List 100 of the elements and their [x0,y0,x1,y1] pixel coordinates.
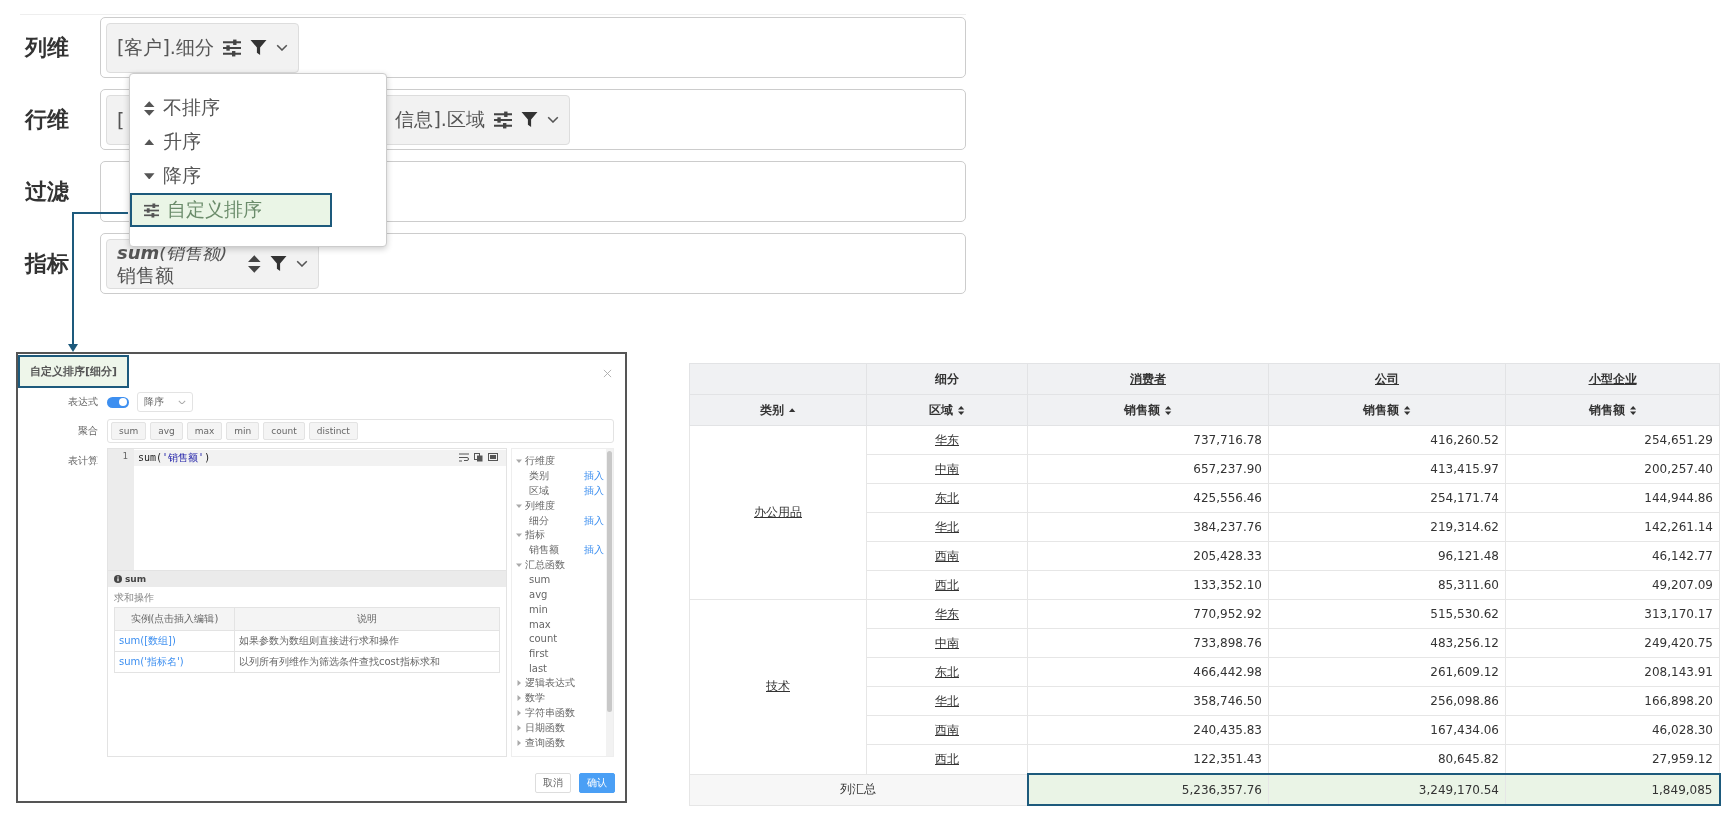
category-cell[interactable]: 技术 [689,599,867,774]
header-cell[interactable]: 类别 [689,394,867,426]
form-label: 表计算 [67,454,98,468]
region-cell[interactable]: 西南 [866,541,1028,571]
region-cell[interactable]: 西北 [866,570,1028,600]
table-cell: 166,898.20 [1505,686,1720,716]
tree-item[interactable]: count [529,633,604,645]
help-title: sum [125,574,147,584]
copy-icon[interactable] [474,453,483,462]
sliders-icon [222,38,241,57]
insert-link[interactable]: 插入 [584,513,604,528]
table-cell: 515,530.62 [1268,599,1506,629]
fullscreen-icon[interactable] [488,453,498,461]
menu-item[interactable]: 不排序 [130,91,332,125]
example-link[interactable]: sum('指标名') [114,651,235,673]
aggregate-button[interactable]: min [226,422,260,440]
table-cell: 425,556.46 [1027,483,1269,513]
tree-group[interactable]: 列维度 [516,498,604,514]
filter-icon[interactable] [249,39,267,56]
segment-label[interactable]: 小型企业 [1588,371,1637,386]
region-cell[interactable]: 东北 [866,657,1028,687]
scrollbar[interactable] [606,449,613,756]
table-cell: 249,420.75 [1505,628,1720,658]
wrap-icon[interactable] [459,453,469,462]
chip-label: 销售额 [117,263,175,286]
table-cell: 466,442.98 [1027,657,1269,687]
toggle-switch[interactable] [107,396,129,408]
chip-label: 信息].区域 [395,106,485,132]
sort-down-icon [144,172,155,180]
menu-item[interactable]: 降序 [130,159,332,193]
table-cell: 200,257.40 [1505,454,1720,484]
chevron-down-icon[interactable] [546,115,559,124]
info-icon [114,575,122,583]
table-cell: 240,435.83 [1027,715,1269,745]
aggregate-button[interactable]: avg [150,422,183,440]
segment-label[interactable]: 消费者 [1130,371,1166,386]
region-cell[interactable]: 西北 [866,744,1028,774]
tree-group[interactable]: 日期函数 [516,720,604,736]
region-cell[interactable]: 华东 [866,425,1028,455]
insert-link[interactable]: 插入 [584,469,604,484]
aggregate-button[interactable]: max [186,422,223,440]
table-cell: 85,311.60 [1268,570,1506,600]
table-cell: 413,415.97 [1268,454,1506,484]
tree-group[interactable]: 逻辑表达式 [516,675,604,691]
tree-item[interactable]: avg [529,589,604,601]
insert-link[interactable]: 插入 [584,543,604,558]
insert-link[interactable]: 插入 [584,484,604,498]
segment-label[interactable]: 公司 [1375,371,1399,386]
tree-group[interactable]: 行维度 [516,454,604,469]
tree-item[interactable]: max [529,618,604,630]
table-cell: 261,609.12 [1268,657,1506,687]
region-cell[interactable]: 中南 [866,454,1028,484]
filter-icon[interactable] [269,255,287,272]
tree-group[interactable]: 查询函数 [516,735,604,750]
header-cell: 细分 [866,363,1028,395]
total-cell: 3,249,170.54 [1268,774,1506,805]
chevron-down-icon[interactable] [295,259,308,268]
aggregate-button[interactable]: sum [111,422,147,440]
table-cell: 219,314.62 [1268,512,1506,542]
tree-item[interactable]: 类别 [529,469,581,484]
header-cell[interactable]: 销售额 [1505,394,1720,426]
filter-icon[interactable] [520,111,538,128]
table-cell: 142,261.14 [1505,512,1720,542]
region-cell[interactable]: 华北 [866,686,1028,716]
total-cell: 5,236,357.76 [1027,774,1269,805]
tree-item[interactable]: 销售额 [529,543,581,558]
select-field[interactable]: 降序 [137,392,193,412]
tree-item[interactable]: first [529,648,604,660]
region-cell[interactable]: 西南 [866,715,1028,745]
cancel-button[interactable]: 取消 [535,773,571,793]
category-cell[interactable]: 办公用品 [689,425,867,600]
tree-group[interactable]: 指标 [516,528,604,543]
table-cell: 144,944.86 [1505,483,1720,513]
header-label: 销售额 [1124,401,1161,419]
sliders-icon [144,202,159,218]
region-cell[interactable]: 华东 [866,599,1028,629]
tree-item[interactable]: 区域 [529,484,581,498]
tree-item[interactable]: sum [529,574,604,586]
field-chip[interactable]: [客户].细分 [106,22,299,73]
example-link[interactable]: sum([数组]) [114,630,235,652]
table-cell: 如果参数为数组则直接进行求和操作 [234,630,500,652]
code-editor[interactable]: 1 sum('销售额') [107,448,507,571]
aggregate-button[interactable]: count [263,422,305,440]
aggregate-button[interactable]: distinct [308,422,358,440]
tree-group[interactable]: 数学 [516,690,604,706]
tree-item[interactable]: 细分 [529,513,581,528]
table-cell: 657,237.90 [1027,454,1269,484]
menu-item[interactable]: 自定义排序 [130,193,332,227]
header-cell[interactable]: 销售额 [1027,394,1269,426]
header-cell[interactable]: 区域 [866,394,1028,426]
chevron-down-icon[interactable] [275,43,288,52]
region-cell[interactable]: 东北 [866,483,1028,513]
table-cell: 46,142.77 [1505,541,1720,571]
region-cell[interactable]: 中南 [866,628,1028,658]
tree-group[interactable]: 字符串函数 [516,705,604,721]
tree-group[interactable]: 汇总函数 [516,557,604,573]
region-cell[interactable]: 华北 [866,512,1028,542]
tree-item[interactable]: last [529,663,604,675]
header-cell[interactable]: 销售额 [1268,394,1506,426]
tree-item[interactable]: min [529,603,604,615]
